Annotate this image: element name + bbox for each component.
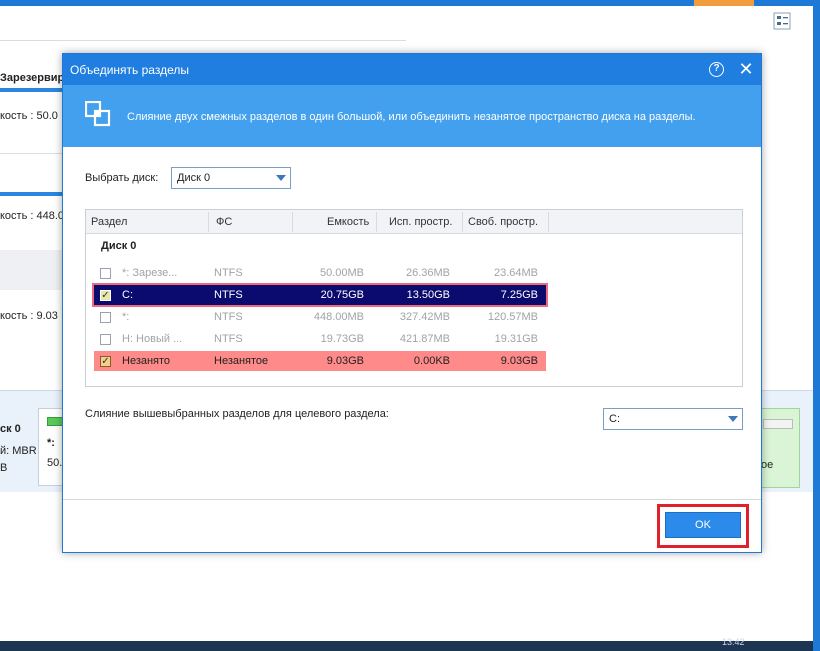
bg-card-usage-bar <box>763 419 793 429</box>
table-row[interactable]: *: NTFS 448.00MB 327.42MB 120.57MB <box>94 307 546 327</box>
column-header-used[interactable]: Исп. простр. <box>389 216 452 228</box>
bg-divider <box>0 153 62 154</box>
cell-partition: H: Новый ... <box>122 333 183 345</box>
table-header: Раздел ФС Емкость Исп. простр. Своб. про… <box>86 210 742 234</box>
disk-group-label: Диск 0 <box>101 240 137 252</box>
taskbar: 13:42 <box>0 637 813 651</box>
cell-fs: NTFS <box>214 333 243 345</box>
table-row[interactable]: *: Зарезе... NTFS 50.00MB 26.36MB 23.64M… <box>94 263 546 283</box>
cell-partition: C: <box>122 289 133 301</box>
table-row[interactable]: ✓ Незанято Незанятое 9.03GB 0.00KB 9.03G… <box>94 351 546 371</box>
partition-table: Раздел ФС Емкость Исп. простр. Своб. про… <box>85 209 743 387</box>
column-header-free[interactable]: Своб. простр. <box>468 216 538 228</box>
chevron-down-icon <box>728 416 738 422</box>
bg-disk-type: й: MBR <box>0 445 37 457</box>
select-disk-label: Выбрать диск: <box>85 172 159 184</box>
cell-capacity: 19.73GB <box>320 333 364 345</box>
bg-divider <box>0 40 406 41</box>
table-row[interactable]: H: Новый ... NTFS 19.73GB 421.87MB 19.31… <box>94 329 546 349</box>
layout-view-icon[interactable] <box>773 12 791 30</box>
cell-used: 0.00KB <box>413 355 450 367</box>
cell-capacity: 50.00MB <box>319 267 364 279</box>
table-row[interactable]: ✓ C: NTFS 20.75GB 13.50GB 7.25GB <box>92 283 548 307</box>
app-window-edge <box>813 0 820 651</box>
target-partition-dropdown[interactable]: C: <box>603 408 743 430</box>
bg-capacity-text: кость : 9.03 <box>0 310 58 322</box>
bg-partition-card-right[interactable]: ое <box>756 408 800 488</box>
target-partition-label: Слияние вышевыбранных разделов для целев… <box>85 408 389 420</box>
bg-gray-area <box>0 250 70 290</box>
column-header-fs[interactable]: ФС <box>216 216 232 228</box>
bg-card-size: 50. <box>47 457 63 469</box>
bg-capacity-text: кость : 50.0 <box>0 110 58 122</box>
close-icon[interactable]: ✕ <box>737 60 755 78</box>
ok-button[interactable]: OK <box>665 512 741 538</box>
disk-select-dropdown[interactable]: Диск 0 <box>171 167 291 189</box>
cell-used: 26.36MB <box>405 267 450 279</box>
taskbar-clock: 13:42 <box>722 637 745 647</box>
cell-used: 13.50GB <box>406 289 450 301</box>
cell-free: 23.64MB <box>493 267 538 279</box>
app-accent-tab[interactable] <box>694 0 754 6</box>
cell-capacity: 20.75GB <box>320 289 364 301</box>
row-checkbox[interactable] <box>100 312 111 323</box>
chevron-down-icon <box>276 175 286 181</box>
bg-partition-band <box>0 192 70 196</box>
cell-free: 7.25GB <box>500 289 538 301</box>
cell-partition: *: Зарезе... <box>122 267 178 279</box>
merge-partitions-icon <box>85 101 111 127</box>
dialog-title-bar[interactable]: Объединять разделы ? ✕ <box>63 54 761 85</box>
dialog-banner: Слияние двух смежных разделов в один бол… <box>63 85 761 147</box>
cell-fs: NTFS <box>214 311 243 323</box>
column-divider[interactable] <box>376 212 377 232</box>
cell-free: 9.03GB <box>500 355 538 367</box>
cell-partition: *: <box>122 311 130 323</box>
bg-capacity-text: кость : 448.0 <box>0 210 62 222</box>
cell-used: 327.42MB <box>399 311 450 323</box>
bg-disk-label: ск 0 <box>0 423 21 435</box>
row-checkbox[interactable] <box>100 334 111 345</box>
row-checkbox[interactable]: ✓ <box>100 290 111 301</box>
column-divider[interactable] <box>462 212 463 232</box>
footer-divider <box>63 499 761 500</box>
bg-partition-band <box>0 88 70 92</box>
target-partition-value: C: <box>609 413 620 425</box>
column-divider[interactable] <box>548 212 549 232</box>
cell-free: 120.57MB <box>487 311 538 323</box>
cell-free: 19.31GB <box>494 333 538 345</box>
app-title-bar <box>0 0 820 6</box>
bg-card-text: ое <box>761 459 774 471</box>
merge-partitions-dialog: Объединять разделы ? ✕ Слияние двух смеж… <box>62 53 762 553</box>
cell-fs: NTFS <box>214 267 243 279</box>
cell-capacity: 448.00MB <box>313 311 364 323</box>
cell-fs: NTFS <box>214 289 243 301</box>
row-checkbox[interactable] <box>100 268 111 279</box>
column-header-capacity[interactable]: Емкость <box>327 216 369 228</box>
dialog-title: Объединять разделы <box>70 63 189 77</box>
column-divider[interactable] <box>292 212 293 232</box>
column-header-partition[interactable]: Раздел <box>91 216 127 228</box>
row-checkbox[interactable]: ✓ <box>100 356 111 367</box>
cell-partition: Незанято <box>122 355 171 367</box>
bg-disk-size: В <box>0 462 8 474</box>
help-icon[interactable]: ? <box>709 62 724 77</box>
cell-used: 421.87MB <box>399 333 450 345</box>
column-divider[interactable] <box>208 212 209 232</box>
cell-capacity: 9.03GB <box>326 355 364 367</box>
bg-card-name: *: <box>47 437 55 449</box>
banner-description: Слияние двух смежных разделов в один бол… <box>127 111 696 123</box>
disk-select-value: Диск 0 <box>177 172 211 184</box>
cell-fs: Незанятое <box>214 355 269 367</box>
bg-partition-header: Зарезервир <box>0 72 62 84</box>
